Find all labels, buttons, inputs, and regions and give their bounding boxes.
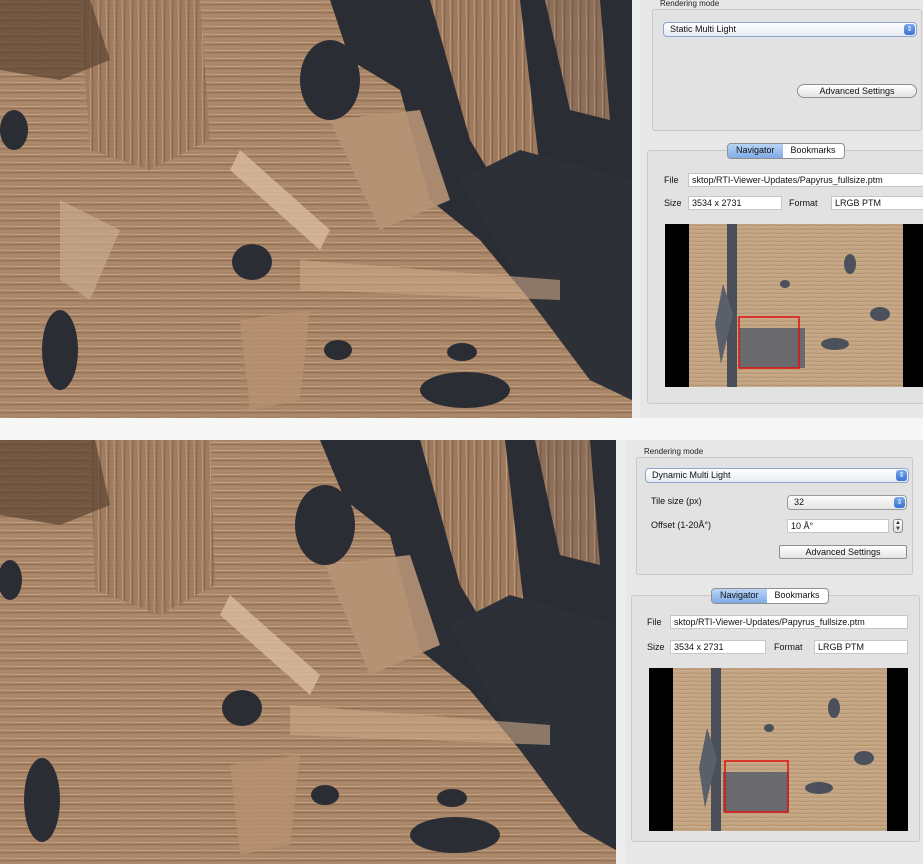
tab-bookmarks[interactable]: Bookmarks: [767, 589, 828, 603]
offset-field[interactable]: 10 Å°: [787, 519, 889, 533]
navigator-group: Navigator Bookmarks File sktop/RTI-Viewe…: [647, 143, 923, 404]
rendering-mode-label: Rendering mode: [660, 0, 720, 8]
rti-image-viewport[interactable]: [0, 440, 616, 864]
select-arrows-icon: ⇕: [896, 470, 907, 481]
rendering-mode-value: Dynamic Multi Light: [652, 470, 731, 480]
thumbnail-image: [665, 224, 923, 387]
advanced-settings-button[interactable]: Advanced Settings: [797, 84, 917, 98]
format-label: Format: [789, 198, 818, 208]
rti-image-viewport[interactable]: [0, 0, 632, 418]
tab-navigator[interactable]: Navigator: [728, 144, 783, 158]
tile-size-value: 32: [794, 497, 805, 507]
tab-navigator[interactable]: Navigator: [712, 589, 767, 603]
size-label: Size: [647, 642, 665, 652]
tile-size-select[interactable]: 32 ⇕: [787, 495, 907, 510]
size-field: 3534 x 2731: [688, 196, 782, 210]
separator: [0, 418, 923, 440]
tile-size-label: Tile size (px): [651, 496, 702, 506]
format-label: Format: [774, 642, 803, 652]
rendering-mode-select[interactable]: Dynamic Multi Light ⇕: [645, 468, 909, 483]
select-arrows-icon: ⇕: [904, 24, 915, 35]
thumbnail-image: [649, 668, 908, 831]
control-panel: Rendering mode Static Multi Light ⇕ Adva…: [640, 0, 923, 418]
rendering-mode-select[interactable]: Static Multi Light ⇕: [663, 22, 917, 37]
rendering-mode-group: Dynamic Multi Light ⇕ Tile size (px) 32 …: [636, 457, 913, 575]
bottom-window: Rendering mode Dynamic Multi Light ⇕ Til…: [0, 440, 923, 864]
offset-label: Offset (1-20Å°): [651, 520, 711, 530]
rendering-mode-group: Static Multi Light ⇕ Advanced Settings: [652, 9, 922, 131]
file-path-field: sktop/RTI-Viewer-Updates/Papyrus_fullsiz…: [688, 173, 923, 187]
file-label: File: [647, 617, 662, 627]
papyrus-image: [0, 440, 616, 864]
advanced-settings-button[interactable]: Advanced Settings: [779, 545, 907, 559]
rendering-mode-label: Rendering mode: [644, 447, 704, 456]
navigator-group: Navigator Bookmarks File sktop/RTI-Viewe…: [631, 588, 920, 842]
navigator-tabs: Navigator Bookmarks: [727, 143, 845, 159]
file-label: File: [664, 175, 679, 185]
navigator-thumbnail[interactable]: [665, 224, 923, 387]
tab-bookmarks[interactable]: Bookmarks: [783, 144, 844, 158]
format-field: LRGB PTM: [814, 640, 908, 654]
navigator-thumbnail[interactable]: [649, 668, 908, 831]
offset-stepper-icon[interactable]: ▲ ▼: [893, 519, 903, 533]
format-field: LRGB PTM: [831, 196, 923, 210]
navigator-tabs: Navigator Bookmarks: [711, 588, 829, 604]
select-arrows-icon: ⇕: [894, 497, 905, 508]
papyrus-image: [0, 0, 632, 418]
top-window: Rendering mode Static Multi Light ⇕ Adva…: [0, 0, 923, 418]
control-panel: Rendering mode Dynamic Multi Light ⇕ Til…: [626, 440, 923, 864]
file-path-field: sktop/RTI-Viewer-Updates/Papyrus_fullsiz…: [670, 615, 908, 629]
size-label: Size: [664, 198, 682, 208]
size-field: 3534 x 2731: [670, 640, 766, 654]
rendering-mode-value: Static Multi Light: [670, 24, 737, 34]
